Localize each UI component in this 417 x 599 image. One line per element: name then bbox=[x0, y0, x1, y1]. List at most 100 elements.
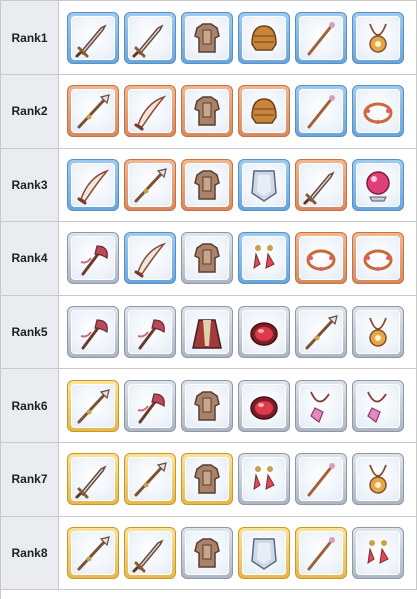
equipment-slot[interactable] bbox=[352, 232, 404, 285]
rank-label: Rank1 bbox=[1, 1, 59, 74]
equipment-slot[interactable] bbox=[238, 158, 290, 211]
equipment-slot[interactable] bbox=[67, 526, 119, 579]
equipment-slot[interactable] bbox=[124, 158, 176, 211]
equipment-slot[interactable] bbox=[124, 232, 176, 285]
sword-icon bbox=[132, 23, 164, 57]
rank-label: Rank6 bbox=[1, 369, 59, 442]
equipment-slot[interactable] bbox=[67, 232, 119, 285]
rank-row: Rank1 bbox=[1, 1, 417, 75]
equipment-list bbox=[59, 75, 417, 148]
equipment-slot[interactable] bbox=[67, 453, 119, 506]
pendant-icon bbox=[310, 391, 330, 423]
equipment-slot[interactable] bbox=[238, 526, 290, 579]
shield-icon bbox=[251, 538, 277, 570]
bracelet-icon bbox=[306, 249, 336, 272]
equipment-slot[interactable] bbox=[352, 379, 404, 432]
orb-icon bbox=[366, 171, 390, 202]
equipment-slot[interactable] bbox=[352, 11, 404, 64]
amulet-icon bbox=[369, 317, 387, 347]
staff-icon bbox=[307, 21, 335, 55]
rank-label: Rank5 bbox=[1, 295, 59, 369]
equipment-slot[interactable] bbox=[352, 85, 404, 138]
equipment-slot[interactable] bbox=[352, 453, 404, 506]
staff-icon bbox=[307, 463, 335, 497]
equipment-slot[interactable] bbox=[124, 453, 176, 506]
equipment-slot[interactable] bbox=[295, 306, 347, 359]
equipment-slot[interactable] bbox=[124, 11, 176, 64]
armor-icon bbox=[194, 390, 220, 421]
gem-icon bbox=[250, 322, 278, 346]
equipment-slot[interactable] bbox=[181, 232, 233, 285]
equipment-slot[interactable] bbox=[238, 232, 290, 285]
sword-icon bbox=[75, 23, 107, 57]
armor-icon bbox=[194, 96, 220, 127]
equipment-slot[interactable] bbox=[67, 158, 119, 211]
equipment-slot[interactable] bbox=[181, 379, 233, 432]
rank-label: Rank2 bbox=[1, 75, 59, 148]
robe-icon bbox=[192, 319, 222, 349]
equipment-slot[interactable] bbox=[67, 85, 119, 138]
equipment-slot[interactable] bbox=[181, 11, 233, 64]
equipment-list bbox=[59, 148, 417, 222]
equipment-slot[interactable] bbox=[238, 85, 290, 138]
rank-row: Rank7 bbox=[1, 442, 417, 517]
helmet-icon bbox=[251, 24, 277, 51]
equipment-slot[interactable] bbox=[352, 306, 404, 359]
sword-icon bbox=[303, 171, 335, 205]
equipment-slot[interactable] bbox=[67, 306, 119, 359]
equipment-slot[interactable] bbox=[238, 11, 290, 64]
equipment-slot[interactable] bbox=[181, 526, 233, 579]
armor-icon bbox=[194, 170, 220, 200]
scimitar-icon bbox=[77, 169, 110, 205]
equipment-slot[interactable] bbox=[295, 526, 347, 579]
rank-label: Rank8 bbox=[1, 516, 59, 590]
equipment-slot[interactable] bbox=[295, 232, 347, 285]
rank-row: Rank8 bbox=[1, 516, 417, 591]
axe-icon bbox=[137, 319, 165, 350]
equipment-slot[interactable] bbox=[124, 85, 176, 138]
equipment-list bbox=[59, 295, 417, 369]
spear-icon bbox=[77, 536, 110, 571]
sword-icon bbox=[132, 539, 164, 573]
helmet-icon bbox=[251, 98, 277, 125]
equipment-slot[interactable] bbox=[124, 379, 176, 432]
equipment-slot[interactable] bbox=[295, 158, 347, 211]
equipment-slot[interactable] bbox=[295, 379, 347, 432]
axe-icon bbox=[80, 245, 108, 276]
equipment-slot[interactable] bbox=[124, 526, 176, 579]
gem-icon bbox=[250, 395, 278, 420]
equipment-slot[interactable] bbox=[295, 11, 347, 64]
equipment-slot[interactable] bbox=[238, 379, 290, 432]
axe-icon bbox=[80, 319, 108, 350]
armor-icon bbox=[194, 464, 220, 495]
earrings-icon bbox=[253, 245, 275, 270]
equipment-slot[interactable] bbox=[181, 158, 233, 211]
equipment-slot[interactable] bbox=[181, 306, 233, 359]
armor-icon bbox=[194, 538, 220, 568]
equipment-slot[interactable] bbox=[238, 453, 290, 506]
armor-icon bbox=[194, 243, 220, 274]
equipment-list bbox=[59, 1, 417, 74]
equipment-slot[interactable] bbox=[295, 453, 347, 506]
equipment-slot[interactable] bbox=[67, 11, 119, 64]
equipment-slot[interactable] bbox=[181, 85, 233, 138]
rank-row: Rank5 bbox=[1, 295, 417, 370]
equipment-slot[interactable] bbox=[238, 306, 290, 359]
equipment-slot[interactable] bbox=[295, 85, 347, 138]
scimitar-icon bbox=[134, 242, 167, 278]
equipment-slot[interactable] bbox=[181, 453, 233, 506]
equipment-slot[interactable] bbox=[124, 306, 176, 359]
armor-icon bbox=[194, 22, 220, 53]
equipment-slot[interactable] bbox=[352, 158, 404, 211]
earrings-icon bbox=[253, 466, 275, 491]
rank-equipment-table: Rank1 Rank2 Rank3 Rank4 Rank5 Rank6 Rank7 Rank8 bbox=[0, 0, 417, 599]
rank-label: Rank7 bbox=[1, 442, 59, 516]
spear-icon bbox=[134, 462, 167, 497]
earrings-icon bbox=[367, 539, 389, 564]
equipment-list bbox=[59, 442, 417, 516]
amulet-icon bbox=[369, 464, 387, 495]
equipment-slot[interactable] bbox=[352, 526, 404, 579]
rank-row: Rank4 bbox=[1, 222, 417, 296]
bracelet-icon bbox=[363, 249, 393, 272]
equipment-slot[interactable] bbox=[67, 379, 119, 432]
